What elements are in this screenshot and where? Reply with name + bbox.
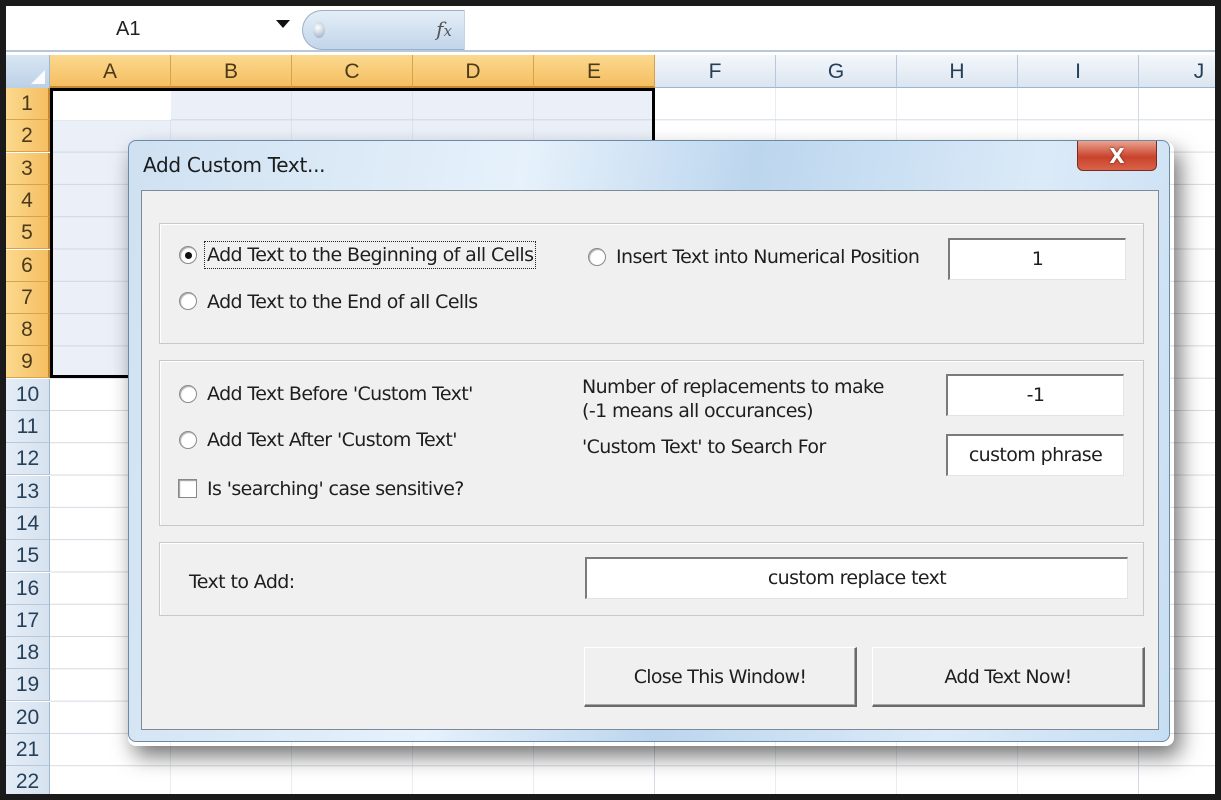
replacements-input[interactable]: -1 [946,374,1124,416]
formula-bar-controls: fx [302,10,464,50]
formula-bar: A1 fx [6,6,1215,52]
column-headers: ABCDEFGHIJ [6,55,1215,88]
row-header-2[interactable]: 2 [6,120,50,153]
column-header-j[interactable]: J [1139,55,1215,88]
row-header-22[interactable]: 22 [6,766,50,794]
radio-beginning-label[interactable]: Add Text to the Beginning of all Cells [203,241,537,269]
text-to-add-input[interactable]: custom replace text [585,557,1128,599]
case-sensitive-label[interactable]: Is 'searching' case sensitive? [207,478,464,500]
case-sensitive-checkbox[interactable] [178,479,197,498]
row-header-4[interactable]: 4 [6,184,50,217]
chevron-down-icon[interactable] [276,20,290,28]
search-for-input[interactable]: custom phrase [946,434,1124,476]
close-icon: X [1109,143,1125,168]
name-box[interactable]: A1 [6,12,302,46]
row-header-21[interactable]: 21 [6,734,50,766]
row-header-18[interactable]: 18 [6,637,50,670]
column-header-f[interactable]: F [655,55,776,88]
row-header-3[interactable]: 3 [6,152,50,185]
numerical-position-input[interactable]: 1 [948,238,1126,280]
resize-handle-icon[interactable] [313,22,325,38]
name-box-value: A1 [116,17,141,40]
replacements-label-line2: (-1 means all occurances) [582,400,814,422]
radio-numerical-position-label[interactable]: Insert Text into Numerical Position [616,246,920,268]
column-header-h[interactable]: H [897,55,1018,88]
search-for-label: 'Custom Text' to Search For [582,436,826,458]
row-header-5[interactable]: 5 [6,217,50,250]
dialog-title: Add Custom Text... [143,153,326,177]
row-header-20[interactable]: 20 [6,701,50,734]
row-header-16[interactable]: 16 [6,572,50,605]
radio-before-custom-text-label[interactable]: Add Text Before 'Custom Text' [207,383,473,405]
close-button[interactable]: X [1077,141,1157,171]
row-header-8[interactable]: 8 [6,314,50,347]
row-header-19[interactable]: 19 [6,669,50,702]
row-header-1[interactable]: 1 [6,88,50,120]
column-header-i[interactable]: I [1018,55,1139,88]
dialog-body: Add Text to the Beginning of all Cells A… [141,190,1159,730]
add-text-now-button[interactable]: Add Text Now! [872,647,1145,707]
radio-numerical-position[interactable] [588,248,606,266]
close-window-button[interactable]: Close This Window! [584,647,857,707]
column-header-e[interactable]: E [534,55,655,88]
row-header-11[interactable]: 11 [6,411,50,443]
column-header-g[interactable]: G [776,55,897,88]
row-header-7[interactable]: 7 [6,281,50,314]
select-all-button[interactable] [6,55,50,88]
column-header-c[interactable]: C [292,55,413,88]
column-header-b[interactable]: B [171,55,292,88]
position-group: Add Text to the Beginning of all Cells A… [159,223,1144,344]
row-header-6[interactable]: 6 [6,249,50,282]
replacements-label-line1: Number of replacements to make [582,376,884,398]
add-custom-text-dialog: Add Custom Text... X Add Text to the Beg… [128,140,1170,742]
column-header-a[interactable]: A [50,55,171,88]
radio-before-custom-text[interactable] [179,385,197,403]
row-header-12[interactable]: 12 [6,443,50,476]
radio-end-label[interactable]: Add Text to the End of all Cells [207,291,478,313]
active-cell[interactable] [53,91,171,120]
text-to-add-label: Text to Add: [189,571,295,593]
row-header-14[interactable]: 14 [6,507,50,540]
row-header-13[interactable]: 13 [6,475,50,508]
row-header-10[interactable]: 10 [6,378,50,411]
row-header-17[interactable]: 17 [6,604,50,637]
radio-beginning[interactable] [179,246,197,264]
radio-end[interactable] [179,292,197,310]
column-header-d[interactable]: D [413,55,534,88]
search-group: Add Text Before 'Custom Text' Add Text A… [159,360,1144,526]
formula-input[interactable] [464,10,1215,50]
radio-after-custom-text[interactable] [179,431,197,449]
row-header-15[interactable]: 15 [6,540,50,573]
function-icon[interactable]: fx [436,17,452,41]
radio-after-custom-text-label[interactable]: Add Text After 'Custom Text' [207,429,457,451]
text-to-add-group: Text to Add: custom replace text [159,542,1144,616]
row-header-9[interactable]: 9 [6,346,50,379]
